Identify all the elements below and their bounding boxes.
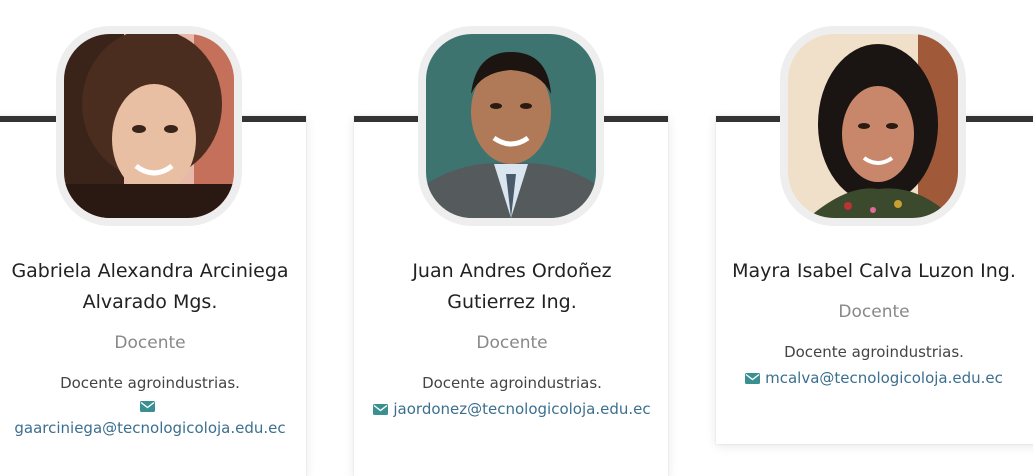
person-description: Docente agroindustrias.	[422, 374, 602, 392]
person-name: Gabriela Alexandra Arciniega Alvarado Mg…	[11, 260, 289, 313]
person-name: Mayra Isabel Calva Luzon Ing.	[732, 260, 1016, 282]
profile-info-1: Gabriela Alexandra Arciniega Alvarado Mg…	[0, 256, 300, 442]
person-name: Juan Andres Ordoñez Gutierrez Ing.	[412, 260, 612, 313]
avatar-1	[56, 26, 242, 226]
avatar-2	[418, 26, 604, 226]
envelope-icon	[140, 401, 155, 412]
profile-photo-2	[426, 34, 596, 218]
email-link[interactable]: gaarciniega@tecnologicoloja.edu.ec	[14, 419, 285, 437]
envelope-icon	[745, 373, 761, 384]
person-role: Docente	[838, 302, 910, 322]
profile-photo-1	[64, 34, 234, 218]
profile-info-2: Juan Andres Ordoñez Gutierrez Ing. Docen…	[362, 256, 662, 423]
email-link[interactable]: jaordonez@tecnologicoloja.edu.ec	[393, 400, 650, 418]
avatar-3	[780, 26, 966, 226]
person-role: Docente	[476, 333, 548, 353]
envelope-icon	[373, 404, 389, 415]
profile-info-3: Mayra Isabel Calva Luzon Ing. Docente Do…	[724, 256, 1024, 392]
email-link[interactable]: mcalva@tecnologicoloja.edu.ec	[765, 369, 1003, 387]
profile-photo-3	[788, 34, 958, 218]
person-description: Docente agroindustrias.	[784, 343, 964, 361]
person-description: Docente agroindustrias.	[60, 374, 240, 392]
person-role: Docente	[114, 333, 186, 353]
